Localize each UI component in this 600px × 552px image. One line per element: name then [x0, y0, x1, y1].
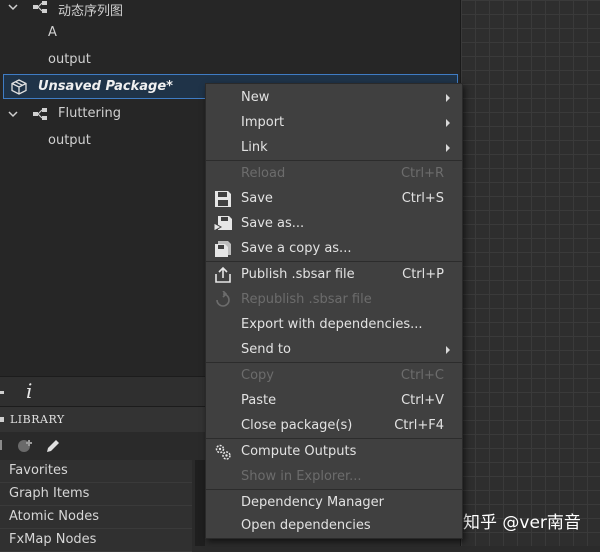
tree-label: output	[48, 52, 91, 67]
tree-row-output[interactable]: output	[0, 47, 460, 73]
menu-item-save-copy-as[interactable]: Save a copy as...	[206, 236, 462, 261]
submenu-arrow-icon	[446, 94, 450, 102]
menu-item-close-package[interactable]: Close package(s) Ctrl+F4	[206, 413, 462, 438]
menu-item-save[interactable]: Save Ctrl+S	[206, 186, 462, 211]
menu-item-label: Show in Explorer...	[241, 469, 362, 484]
menu-item-open-dependencies[interactable]: Open dependencies	[206, 513, 462, 538]
tree-label: Fluttering	[58, 106, 121, 121]
menu-item-label: Export with dependencies...	[241, 317, 423, 332]
library-item-favorites[interactable]: Favorites	[0, 460, 192, 483]
package-icon	[11, 79, 27, 95]
info-icon[interactable]: i	[26, 379, 32, 403]
gears-icon	[215, 444, 231, 460]
tree-label: output	[48, 133, 91, 148]
library-item-graph-items[interactable]: Graph Items	[0, 483, 192, 506]
menu-item-publish-sbsar[interactable]: Publish .sbsar file Ctrl+P	[206, 262, 462, 287]
library-scrollbar[interactable]	[195, 460, 205, 546]
library-item-fxmap-nodes[interactable]: FxMap Nodes	[0, 529, 192, 552]
explorer-toolbar: i	[0, 376, 205, 407]
graph-icon	[33, 108, 47, 120]
menu-item-show-in-explorer: Show in Explorer...	[206, 464, 462, 489]
menu-item-label: Link	[241, 140, 268, 155]
menu-item-shortcut: Ctrl+C	[400, 368, 444, 383]
save-icon	[215, 191, 231, 207]
add-item-icon[interactable]	[16, 437, 34, 455]
menu-item-link[interactable]: Link	[206, 135, 462, 160]
pencil-icon[interactable]	[44, 437, 62, 455]
menu-item-shortcut: Ctrl+S	[401, 191, 444, 206]
library-header: LIBRARY	[0, 406, 205, 434]
library-list: Favorites Graph Items Atomic Nodes FxMap…	[0, 460, 195, 552]
menu-item-label: Save a copy as...	[241, 241, 352, 256]
menu-item-label: Close package(s)	[241, 418, 353, 433]
submenu-arrow-icon	[446, 119, 450, 127]
list-item-label: Favorites	[9, 463, 68, 478]
context-menu: New Import Link Reload Ctrl+R Save Ctrl+…	[205, 83, 463, 539]
menu-item-shortcut: Ctrl+F4	[394, 418, 444, 433]
menu-item-label: Reload	[241, 166, 286, 181]
list-item-label: Graph Items	[9, 486, 90, 501]
menu-item-label: Save	[241, 191, 273, 206]
menu-item-republish-sbsar: Republish .sbsar file	[206, 287, 462, 312]
tree-row-dynamic-graph[interactable]: 动态序列图	[0, 0, 460, 20]
save-as-icon	[214, 216, 232, 232]
submenu-arrow-icon	[446, 346, 450, 354]
menu-item-save-as[interactable]: Save as...	[206, 211, 462, 236]
menu-item-new[interactable]: New	[206, 85, 462, 110]
menu-item-label: Publish .sbsar file	[241, 267, 355, 282]
menu-item-label: Republish .sbsar file	[241, 292, 372, 307]
menu-icon[interactable]	[0, 391, 4, 394]
menu-item-compute-outputs[interactable]: Compute Outputs	[206, 439, 462, 464]
menu-item-reload: Reload Ctrl+R	[206, 161, 462, 186]
tree-label: 动态序列图	[58, 4, 124, 19]
menu-item-import[interactable]: Import	[206, 110, 462, 135]
library-toolbar	[0, 432, 205, 460]
menu-item-label: New	[241, 90, 270, 105]
menu-item-label: Copy	[241, 368, 274, 383]
menu-item-shortcut: Ctrl+V	[401, 393, 444, 408]
tree-label: A	[48, 25, 57, 40]
menu-item-paste[interactable]: Paste Ctrl+V	[206, 388, 462, 413]
library-item-atomic-nodes[interactable]: Atomic Nodes	[0, 506, 192, 529]
graph-icon	[33, 1, 47, 13]
graph-canvas[interactable]	[460, 0, 600, 546]
menu-item-copy: Copy Ctrl+C	[206, 363, 462, 388]
menu-item-label: Compute Outputs	[241, 444, 357, 459]
publish-icon	[215, 266, 231, 283]
chevron-down-icon[interactable]	[6, 0, 20, 14]
library-title: LIBRARY	[10, 413, 65, 426]
menu-item-dependency-manager[interactable]: Dependency Manager	[206, 490, 462, 515]
list-item-label: Atomic Nodes	[9, 509, 99, 524]
menu-icon[interactable]	[0, 417, 4, 422]
chevron-down-icon[interactable]	[6, 107, 20, 121]
submenu-arrow-icon	[446, 144, 450, 152]
menu-item-export-dependencies[interactable]: Export with dependencies...	[206, 312, 462, 337]
filter-icon[interactable]	[0, 440, 7, 450]
menu-item-label: Paste	[241, 393, 277, 408]
menu-item-label: Dependency Manager	[241, 495, 384, 510]
tree-row-a[interactable]: A	[0, 20, 460, 46]
package-label: Unsaved Package*	[38, 79, 173, 94]
list-item-label: FxMap Nodes	[9, 532, 97, 547]
menu-item-label: Send to	[241, 342, 291, 357]
menu-item-label: Save as...	[241, 216, 305, 231]
republish-icon	[216, 291, 230, 307]
menu-item-shortcut: Ctrl+P	[402, 267, 444, 282]
watermark: 知乎 @ver南音	[463, 513, 581, 533]
menu-item-send-to[interactable]: Send to	[206, 337, 462, 362]
save-copy-icon	[215, 241, 231, 257]
menu-item-label: Import	[241, 115, 285, 130]
menu-item-shortcut: Ctrl+R	[400, 166, 444, 181]
menu-item-label: Open dependencies	[241, 518, 371, 533]
